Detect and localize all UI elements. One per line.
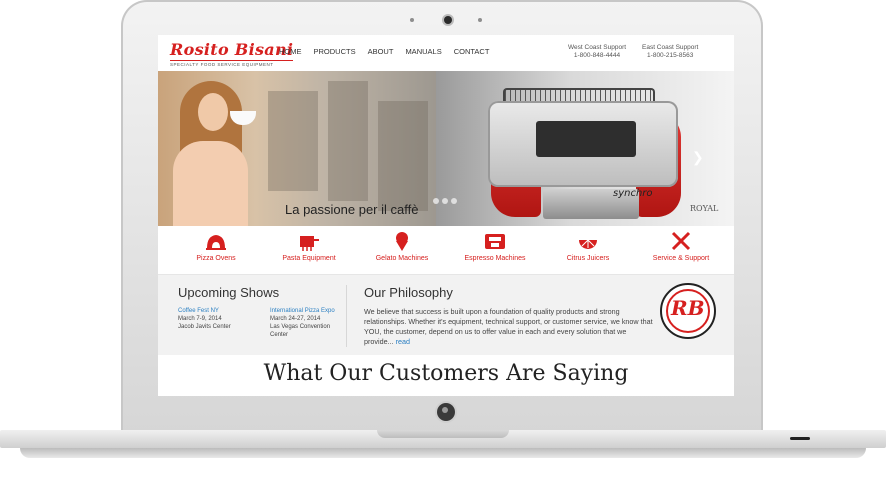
nav-products[interactable]: PRODUCTS — [314, 47, 356, 56]
home-button[interactable] — [437, 403, 455, 421]
philosophy-heading: Our Philosophy — [364, 285, 453, 300]
column-divider — [346, 285, 347, 347]
machine-brand: synchro — [613, 188, 653, 199]
west-coast-support: West Coast Support 1-800-848-4444 — [568, 44, 626, 60]
sensor-dot — [478, 18, 482, 22]
gelato-icon — [396, 232, 408, 251]
show-item: Coffee Fest NY March 7-9, 2014 Jacob Jav… — [178, 307, 231, 331]
nav-contact[interactable]: CONTACT — [454, 47, 490, 56]
category-label: Pasta Equipment — [282, 255, 336, 262]
category-label: Service & Support — [652, 255, 710, 262]
nav-about[interactable]: ABOUT — [368, 47, 394, 56]
philosophy-text: We believe that success is built upon a … — [364, 307, 654, 347]
chevron-right-icon[interactable]: ❯ — [692, 149, 704, 166]
category-bar: Pizza Ovens Pasta Equipment Gelato Machi… — [158, 226, 734, 274]
show-title-link[interactable]: Coffee Fest NY — [178, 307, 231, 315]
show-venue: Jacob Javits Center — [178, 324, 231, 330]
tools-icon — [671, 231, 691, 251]
pizza-oven-icon — [206, 235, 226, 250]
support-phone[interactable]: 1-800-215-8563 — [642, 52, 698, 60]
category-espresso-machines[interactable]: Espresso Machines — [447, 231, 543, 262]
read-more-link[interactable]: read — [396, 337, 410, 346]
webcam — [444, 16, 452, 24]
laptop-led — [790, 437, 810, 440]
show-date: March 7-9, 2014 — [178, 316, 222, 322]
laptop-base-bottom — [20, 448, 866, 458]
category-service-support[interactable]: Service & Support — [633, 231, 729, 262]
category-pasta-equipment[interactable]: Pasta Equipment — [261, 231, 357, 262]
machine-panel — [536, 121, 636, 157]
category-label: Citrus Juicers — [566, 255, 610, 262]
main-nav: HOME PRODUCTS ABOUT MANUALS CONTACT — [279, 47, 489, 56]
hero-slider[interactable]: synchro ROYAL La passione per il caffè ❯ — [158, 71, 734, 226]
royal-logo: ROYAL — [690, 204, 719, 213]
logo-name: Rosito Bisani — [170, 40, 294, 59]
category-label: Pizza Ovens — [196, 255, 236, 262]
testimonials-heading: What Our Customers Are Saying — [263, 361, 629, 386]
support-label: East Coast Support — [642, 44, 699, 51]
category-label: Gelato Machines — [375, 255, 429, 262]
pasta-machine-icon — [300, 236, 319, 251]
support-phone[interactable]: 1-800-848-4444 — [568, 52, 626, 60]
badge-letters: RB — [671, 296, 705, 320]
logo-tagline: SPECIALTY FOOD SERVICE EQUIPMENT — [170, 60, 294, 67]
show-date: March 24-27, 2014 — [270, 316, 321, 322]
website-screen: Rosito Bisani SPECIALTY FOOD SERVICE EQU… — [158, 35, 734, 396]
east-coast-support: East Coast Support 1-800-215-8563 — [642, 44, 698, 60]
support-label: West Coast Support — [568, 44, 627, 51]
show-item: International Pizza Expo March 24-27, 20… — [270, 307, 335, 339]
rb-badge-logo: RB — [660, 283, 716, 339]
site-logo[interactable]: Rosito Bisani SPECIALTY FOOD SERVICE EQU… — [170, 40, 294, 67]
category-citrus-juicers[interactable]: Citrus Juicers — [540, 231, 636, 262]
nav-manuals[interactable]: MANUALS — [405, 47, 441, 56]
nav-home[interactable]: HOME — [279, 47, 302, 56]
citrus-icon — [579, 239, 597, 249]
site-header: Rosito Bisani SPECIALTY FOOD SERVICE EQU… — [158, 35, 734, 71]
upcoming-shows-heading: Upcoming Shows — [178, 285, 280, 300]
show-venue-line2: Center — [270, 332, 289, 338]
sensor-dot — [410, 18, 414, 22]
slider-pager[interactable] — [433, 198, 457, 204]
hero-tagline: La passione per il caffè — [285, 202, 419, 217]
laptop-hinge-lip — [377, 430, 509, 438]
category-gelato-machines[interactable]: Gelato Machines — [354, 231, 450, 262]
info-band: Upcoming Shows Coffee Fest NY March 7-9,… — [158, 275, 734, 355]
category-label: Espresso Machines — [464, 255, 526, 262]
category-pizza-ovens[interactable]: Pizza Ovens — [168, 231, 264, 262]
show-venue: Las Vegas Convention — [270, 324, 331, 330]
show-title-link[interactable]: International Pizza Expo — [270, 307, 335, 315]
espresso-machine-icon — [485, 234, 505, 249]
